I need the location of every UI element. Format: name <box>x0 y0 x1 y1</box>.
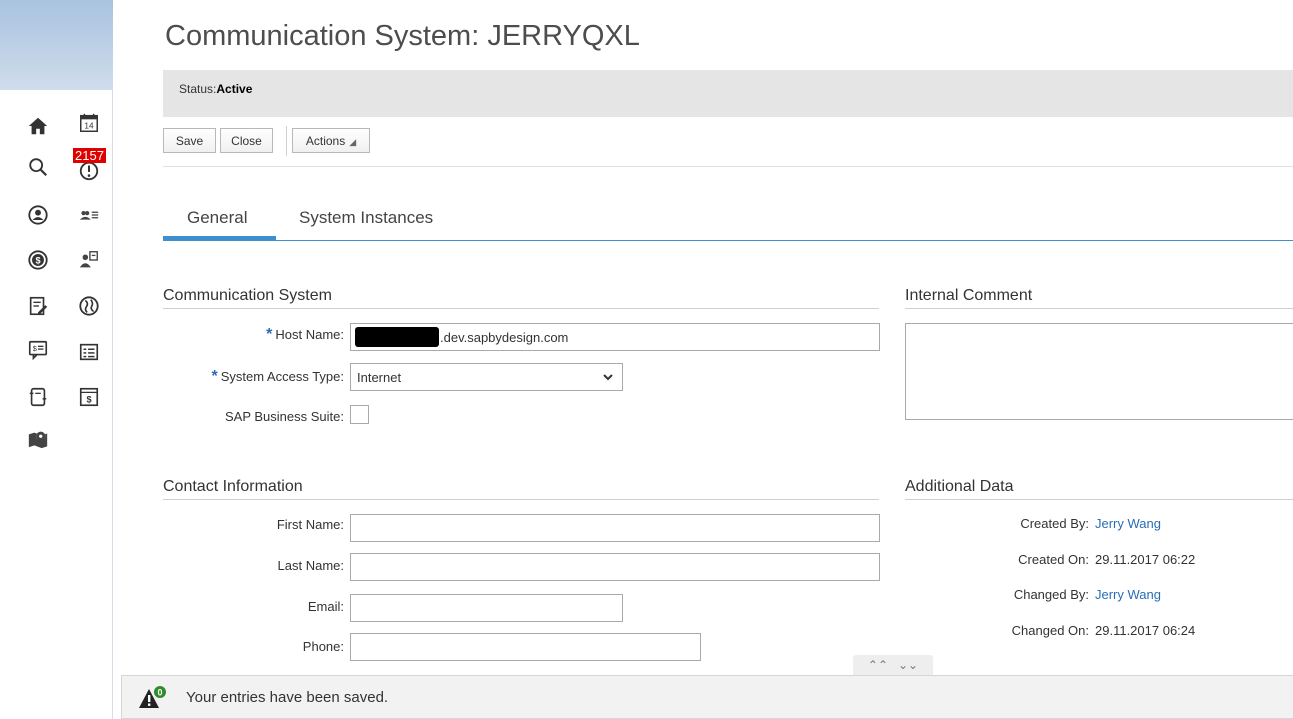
message-text: Your entries have been saved. <box>186 689 389 706</box>
account-icon[interactable] <box>25 202 51 228</box>
report-edit-icon[interactable] <box>25 293 51 319</box>
phone-label: Phone: <box>302 639 344 654</box>
invoice-icon[interactable]: $ <box>25 337 51 363</box>
tab-system-instances[interactable]: System Instances <box>299 208 433 228</box>
collapse-expand-handle: ⌃⌃ ⌄⌄ <box>853 655 933 675</box>
system-access-type-select[interactable]: Internet <box>350 363 623 391</box>
tab-general[interactable]: General <box>187 208 247 228</box>
host-name-field[interactable]: .dev.sapbydesign.com <box>350 323 880 351</box>
svg-text:$: $ <box>33 344 37 353</box>
svg-text:$: $ <box>35 256 40 266</box>
home-icon[interactable] <box>25 113 51 139</box>
active-tab-indicator <box>163 236 276 240</box>
status-value: Active <box>216 82 253 96</box>
people-list-icon[interactable] <box>76 202 102 228</box>
toolbar-separator <box>286 126 287 156</box>
host-name-value: .dev.sapbydesign.com <box>440 329 569 345</box>
toolbar: Save Close Actions ◢ <box>163 126 1293 167</box>
system-access-type-label: * System Access Type: <box>211 368 344 385</box>
last-name-label: Last Name: <box>277 558 344 573</box>
svg-text:14: 14 <box>84 122 94 131</box>
page-title: Communication System: JERRYQXL <box>165 20 640 52</box>
actions-button[interactable]: Actions ◢ <box>292 128 370 153</box>
collapse-down-icon[interactable]: ⌄⌄ <box>898 658 918 672</box>
message-count: 0 <box>157 688 162 698</box>
globe-icon[interactable] <box>76 293 102 319</box>
save-button[interactable]: Save <box>163 128 216 153</box>
notification-badge: 2157 <box>73 148 106 163</box>
required-asterisk: * <box>266 326 273 343</box>
employee-transfer-icon[interactable] <box>76 247 102 273</box>
first-name-label: First Name: <box>276 517 344 532</box>
redacted-block <box>355 327 439 347</box>
list-icon[interactable] <box>76 339 102 365</box>
payment-icon[interactable]: $ <box>76 384 102 410</box>
phone-field[interactable] <box>350 633 701 661</box>
created-by-link[interactable]: Jerry Wang <box>1095 516 1161 531</box>
created-on-label: Created On: <box>1018 552 1089 567</box>
main-panel: Communication System: JERRYQXL Status:Ac… <box>113 0 1293 719</box>
close-button[interactable]: Close <box>220 128 273 153</box>
search-icon[interactable] <box>25 154 51 180</box>
map-pin-icon[interactable] <box>25 426 51 452</box>
status-bar: Status:Active <box>163 70 1293 117</box>
chevron-down-icon <box>603 374 613 381</box>
changed-on-label: Changed On: <box>1011 623 1089 638</box>
left-navigation-rail: 14 $ $ $ <box>0 90 113 719</box>
tab-strip: General System Instances <box>163 200 1293 241</box>
dollar-icon[interactable]: $ <box>25 247 51 273</box>
contact-information-section-title: Contact Information <box>163 478 879 500</box>
actions-label: Actions <box>305 133 346 148</box>
warning-icon[interactable]: 0 <box>138 685 166 711</box>
host-name-label: * Host Name: <box>266 326 344 343</box>
changed-by-label: Changed By: <box>1013 587 1089 602</box>
additional-data-section-title: Additional Data <box>905 478 1293 500</box>
required-asterisk: * <box>211 368 218 385</box>
status-label: Status: <box>179 82 217 96</box>
email-field[interactable] <box>350 594 623 622</box>
email-label: Email: <box>307 599 344 614</box>
created-on-value: 29.11.2017 06:22 <box>1095 552 1196 567</box>
internal-comment-textarea[interactable] <box>905 323 1293 420</box>
internal-comment-section-title: Internal Comment <box>905 287 1293 309</box>
last-name-field[interactable] <box>350 553 880 581</box>
message-bar: 0 Your entries have been saved. <box>121 675 1293 719</box>
dropdown-triangle-icon: ◢ <box>349 137 357 147</box>
changed-on-value: 29.11.2017 06:24 <box>1095 623 1196 638</box>
created-by-label: Created By: <box>1020 516 1089 531</box>
system-access-type-value: Internet <box>357 369 402 385</box>
document-icon[interactable] <box>25 384 51 410</box>
communication-system-section-title: Communication System <box>163 287 879 309</box>
status-text: Status:Active <box>179 82 252 96</box>
sap-business-suite-label: SAP Business Suite: <box>225 409 344 424</box>
svg-text:$: $ <box>86 395 91 405</box>
sap-business-suite-checkbox[interactable] <box>350 405 369 424</box>
changed-by-link[interactable]: Jerry Wang <box>1095 587 1161 602</box>
expand-up-icon[interactable]: ⌃⌃ <box>868 658 888 672</box>
first-name-field[interactable] <box>350 514 880 542</box>
calendar-icon[interactable]: 14 <box>76 110 102 136</box>
